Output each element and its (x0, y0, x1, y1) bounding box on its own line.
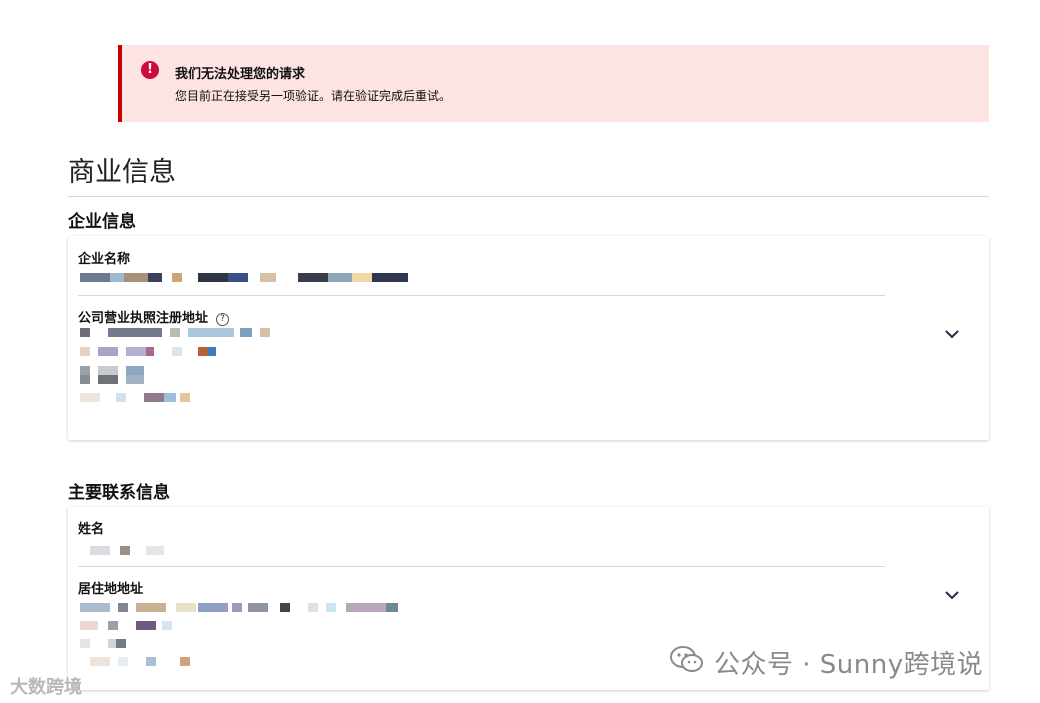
expand-chevron-icon[interactable] (944, 587, 960, 603)
residential-address-line-redacted (80, 621, 180, 630)
address-line-redacted (80, 328, 290, 337)
field-divider (78, 295, 885, 296)
alert-title: 我们无法处理您的请求 (175, 67, 306, 82)
wechat-icon (670, 646, 703, 672)
expand-chevron-icon[interactable] (944, 326, 960, 342)
error-alert: ! 我们无法处理您的请求 您目前正在接受另一项验证。请在验证完成后重试。 (118, 45, 989, 122)
address-line-redacted (80, 393, 200, 402)
contact-section-title: 主要联系信息 (68, 483, 170, 503)
field-divider (78, 566, 885, 567)
name-value-redacted (80, 546, 170, 555)
help-icon[interactable]: ? (216, 313, 230, 326)
name-label: 姓名 (78, 522, 105, 537)
company-name-label: 企业名称 (78, 252, 131, 267)
watermark-logo-text: 大数跨境 (10, 677, 82, 698)
title-divider (68, 196, 989, 197)
residential-address-line-redacted (80, 603, 400, 612)
residential-address-line-redacted (80, 657, 200, 666)
alert-message: 您目前正在接受另一项验证。请在验证完成后重试。 (175, 89, 452, 103)
watermark-text: 公众号 · Sunny跨境说 (714, 650, 984, 680)
error-icon: ! (141, 61, 159, 79)
business-section-title: 企业信息 (68, 212, 136, 232)
address-line-redacted (80, 347, 220, 356)
residential-address-line-redacted (80, 639, 140, 648)
residential-address-label: 居住地地址 (78, 582, 144, 597)
company-name-value-redacted (80, 273, 410, 282)
business-info-card: 企业名称 公司营业执照注册地址? (68, 236, 989, 440)
registered-address-label-text: 公司营业执照注册地址 (78, 311, 209, 326)
address-line-redacted (80, 366, 150, 375)
page-title: 商业信息 (68, 157, 176, 188)
address-line-redacted (80, 375, 150, 384)
registered-address-label: 公司营业执照注册地址? (78, 307, 230, 326)
